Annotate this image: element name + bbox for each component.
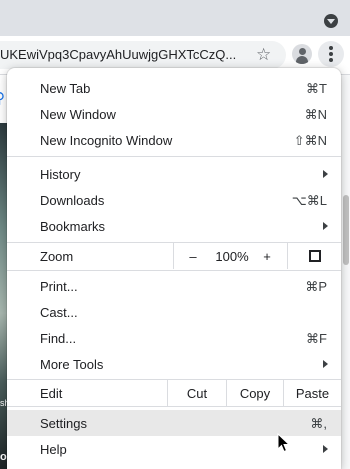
page-scrollbar[interactable] bbox=[342, 75, 350, 469]
menu-item-bookmarks[interactable]: Bookmarks bbox=[7, 213, 341, 239]
menu-item-find[interactable]: Find... ⌘F bbox=[7, 325, 341, 351]
menu-item-label: Help bbox=[40, 442, 67, 457]
menu-item-more-tools[interactable]: More Tools bbox=[7, 351, 341, 377]
menu-item-label: New Incognito Window bbox=[40, 133, 173, 148]
menu-row-zoom: Zoom – 100% + bbox=[7, 243, 341, 269]
menu-item-label: History bbox=[40, 167, 81, 182]
menu-item-new-tab[interactable]: New Tab ⌘T bbox=[7, 75, 341, 101]
submenu-arrow-icon bbox=[323, 360, 328, 368]
submenu-arrow-icon bbox=[323, 222, 328, 230]
menu-item-new-window[interactable]: New Window ⌘N bbox=[7, 101, 341, 127]
menu-item-shortcut: ⇧⌘N bbox=[293, 133, 327, 148]
menu-item-label: Find... bbox=[40, 331, 77, 346]
menu-item-shortcut: ⌘F bbox=[306, 331, 327, 346]
menu-item-shortcut: ⌘N bbox=[304, 107, 327, 122]
fullscreen-corner-shape bbox=[315, 256, 321, 262]
bookmark-star-icon[interactable]: ☆ bbox=[256, 45, 271, 65]
menu-item-label: Downloads bbox=[40, 193, 105, 208]
copy-button[interactable]: Copy bbox=[227, 386, 283, 412]
menu-separator bbox=[7, 270, 341, 271]
kebab-dot-icon bbox=[329, 52, 333, 56]
menu-item-label: Bookmarks bbox=[40, 219, 106, 234]
menu-item-label: New Tab bbox=[40, 81, 91, 96]
menu-item-shortcut: ⌥⌘L bbox=[291, 193, 327, 208]
zoom-in-button[interactable]: + bbox=[257, 249, 277, 275]
menu-item-label: Print... bbox=[40, 279, 78, 294]
profile-head-shape bbox=[299, 48, 306, 55]
menu-item-shortcut: ⌘T bbox=[306, 81, 327, 96]
menu-row-edit: Edit Cut Copy Paste bbox=[7, 380, 341, 406]
menu-item-shortcut: ⌘, bbox=[310, 416, 327, 431]
menu-item-label: New Window bbox=[40, 107, 116, 122]
submenu-arrow-icon bbox=[323, 445, 328, 453]
menu-item-label: More Tools bbox=[40, 357, 104, 372]
zoom-level-value: 100% bbox=[215, 249, 249, 264]
edit-label: Edit bbox=[40, 386, 63, 401]
paste-button[interactable]: Paste bbox=[284, 386, 341, 412]
tab-search-dropdown-icon[interactable] bbox=[324, 14, 338, 28]
profile-avatar-icon[interactable] bbox=[292, 44, 312, 64]
url-text[interactable]: UKEwiVpq3CpavyAhUuwjgGHXTcCzQ... bbox=[0, 47, 244, 62]
menu-item-print[interactable]: Print... ⌘P bbox=[7, 273, 341, 299]
menu-item-new-incognito-window[interactable]: New Incognito Window ⇧⌘N bbox=[7, 127, 341, 153]
tab-strip bbox=[0, 0, 350, 36]
kebab-dot-icon bbox=[329, 58, 333, 62]
menu-item-downloads[interactable]: Downloads ⌥⌘L bbox=[7, 187, 341, 213]
menu-item-label: Cast... bbox=[40, 305, 78, 320]
zoom-divider bbox=[287, 243, 288, 269]
more-menu-icon[interactable] bbox=[318, 41, 344, 67]
menu-item-label: Settings bbox=[40, 416, 87, 431]
menu-item-history[interactable]: History bbox=[7, 161, 341, 187]
menu-separator bbox=[7, 156, 341, 157]
profile-body-shape bbox=[296, 56, 308, 64]
menu-item-shortcut: ⌘P bbox=[305, 279, 327, 294]
chrome-main-menu: New Tab ⌘T New Window ⌘N New Incognito W… bbox=[7, 68, 341, 469]
zoom-divider bbox=[173, 243, 174, 269]
zoom-out-button[interactable]: – bbox=[183, 249, 203, 275]
kebab-dot-icon bbox=[329, 46, 333, 50]
address-bar[interactable]: UKEwiVpq3CpavyAhUuwjgGHXTcCzQ... ☆ bbox=[0, 41, 286, 69]
fullscreen-icon[interactable] bbox=[309, 250, 321, 262]
mouse-pointer-icon bbox=[277, 433, 291, 453]
submenu-arrow-icon bbox=[323, 170, 328, 178]
menu-separator bbox=[7, 406, 341, 407]
page-search-icon[interactable]: ⚲ bbox=[0, 89, 5, 107]
cut-button[interactable]: Cut bbox=[168, 386, 226, 412]
zoom-label: Zoom bbox=[40, 249, 74, 264]
menu-item-cast[interactable]: Cast... bbox=[7, 299, 341, 325]
browser-window: UKEwiVpq3CpavyAhUuwjgGHXTcCzQ... ☆ ⚲ ou … bbox=[0, 0, 350, 469]
scrollbar-thumb[interactable] bbox=[343, 195, 349, 265]
